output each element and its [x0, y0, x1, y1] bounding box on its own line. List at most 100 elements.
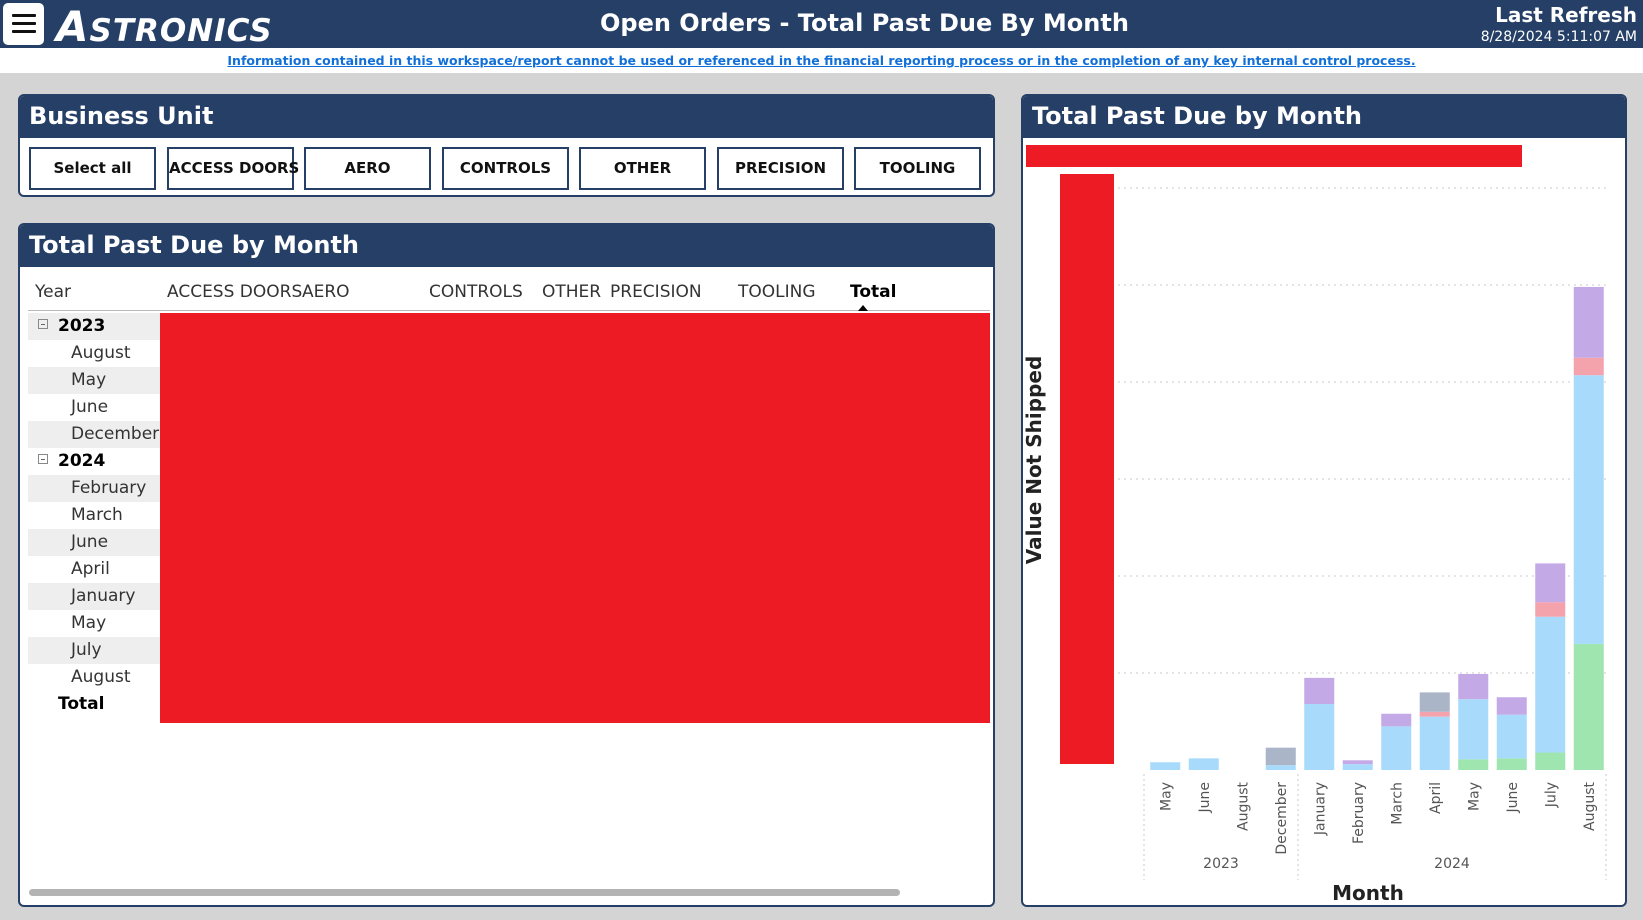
matrix-title: Total Past Due by Month: [20, 225, 993, 267]
disclaimer-link[interactable]: Information contained in this workspace/…: [227, 53, 1415, 68]
bar-segment: [1419, 711, 1450, 717]
bu-button-tooling[interactable]: TOOLING: [854, 147, 981, 190]
chart-title: Total Past Due by Month: [1023, 96, 1625, 138]
x-tick-label: April: [1428, 782, 1444, 814]
bar-segment: [1265, 765, 1296, 770]
bar-segment: [1188, 758, 1219, 770]
bar-segment: [1419, 692, 1450, 712]
row-label: July: [71, 640, 102, 660]
y-axis-title: Value Not Shipped: [1023, 356, 1046, 565]
row-label: August: [71, 667, 131, 687]
last-refresh-label: Last Refresh: [1495, 3, 1637, 27]
matrix-month-row: August: [28, 664, 168, 691]
bu-button-select-all[interactable]: Select all: [29, 147, 156, 190]
bu-button-controls[interactable]: CONTROLS: [442, 147, 569, 190]
bar-segment: [1265, 747, 1296, 766]
bar-segment: [1150, 762, 1181, 770]
bar-segment: [1573, 357, 1604, 376]
x-tick-label: June: [1505, 782, 1521, 814]
matrix-month-row: January: [28, 583, 168, 610]
page-title: Open Orders - Total Past Due By Month: [600, 9, 1129, 37]
row-label: June: [71, 532, 109, 552]
bu-button-aero[interactable]: AERO: [304, 147, 431, 190]
row-label: December: [71, 424, 160, 444]
column-header-total[interactable]: Total: [850, 282, 896, 302]
row-label: June: [71, 397, 109, 417]
horizontal-scrollbar[interactable]: [29, 889, 900, 896]
x-tick-label: February: [1351, 782, 1367, 844]
row-label: 2024: [58, 451, 106, 471]
column-header-other[interactable]: OTHER: [542, 282, 601, 302]
bar-segment: [1458, 699, 1489, 760]
bar-segment: [1496, 714, 1527, 759]
astronics-logo: ASTRONICS: [56, 2, 273, 51]
x-tick-label: January: [1312, 782, 1328, 836]
column-header-year[interactable]: Year: [35, 282, 71, 302]
last-refresh-timestamp: 8/28/2024 5:11:07 AM: [1480, 29, 1637, 45]
column-header-precision[interactable]: PRECISION: [610, 282, 702, 302]
bar-segment: [1381, 713, 1412, 727]
bu-button-access-doors[interactable]: ACCESS DOORS: [167, 147, 299, 190]
bar-segment: [1419, 716, 1450, 770]
bar-segment: [1573, 375, 1604, 644]
redacted-y-axis-values: [1060, 174, 1114, 764]
bar-segment: [1535, 616, 1566, 753]
bar-segment: [1573, 286, 1604, 358]
matrix-month-row: May: [28, 367, 168, 394]
bar-segment: [1535, 752, 1566, 770]
business-unit-title: Business Unit: [20, 96, 993, 138]
x-tick-label: August: [1235, 781, 1251, 831]
column-header-access-doors[interactable]: ACCESS DOORS: [167, 282, 302, 302]
matrix-total-row: Total: [28, 691, 168, 718]
row-label: Total: [58, 694, 105, 714]
matrix-month-row: February: [28, 475, 168, 502]
column-header-controls[interactable]: CONTROLS: [429, 282, 523, 302]
past-due-chart-panel: Total Past Due by Month May June August Dec…: [1021, 94, 1627, 907]
collapse-toggle-icon[interactable]: [38, 454, 48, 464]
x-tick-label: December: [1274, 782, 1290, 855]
matrix-month-row: May: [28, 610, 168, 637]
matrix-month-row: August: [28, 340, 168, 367]
matrix-month-row: June: [28, 529, 168, 556]
bar-segment: [1458, 759, 1489, 770]
row-label: January: [71, 586, 136, 606]
bar-segment: [1496, 758, 1527, 770]
matrix-month-row: July: [28, 637, 168, 664]
row-label: August: [71, 343, 131, 363]
x-group-label: 2023: [1203, 856, 1239, 872]
top-header-bar: ASTRONICS Open Orders - Total Past Due B…: [0, 0, 1643, 51]
matrix-year-row[interactable]: 2024: [28, 448, 168, 475]
x-tick-label: May: [1158, 782, 1174, 811]
row-label: 2023: [58, 316, 106, 336]
row-label: April: [71, 559, 110, 579]
bar-segment: [1342, 760, 1373, 765]
bu-button-other[interactable]: OTHER: [579, 147, 706, 190]
bu-button-precision[interactable]: PRECISION: [717, 147, 844, 190]
x-axis-title: Month: [1332, 881, 1404, 905]
stacked-bar-chart: May June August December January February Marc…: [1023, 145, 1608, 905]
matrix-month-row: June: [28, 394, 168, 421]
redacted-legend: [1026, 145, 1522, 167]
matrix-month-row: March: [28, 502, 168, 529]
matrix-year-row[interactable]: 2023: [28, 313, 168, 340]
x-tick-label: August: [1582, 781, 1598, 831]
bar-segment: [1342, 764, 1373, 770]
row-label: May: [71, 613, 107, 633]
x-tick-label: March: [1389, 782, 1405, 825]
collapse-toggle-icon[interactable]: [38, 319, 48, 329]
business-unit-slicer: Business Unit Select all ACCESS DOORS AE…: [18, 94, 995, 197]
x-group-label: 2024: [1434, 856, 1470, 872]
x-tick-label: July: [1543, 782, 1559, 808]
column-header-aero[interactable]: AERO: [302, 282, 350, 302]
hamburger-menu-icon[interactable]: [3, 3, 44, 45]
bar-segment: [1458, 673, 1489, 700]
bar-segment: [1496, 697, 1527, 715]
bar-segment: [1573, 643, 1604, 770]
bar-segment: [1304, 677, 1335, 705]
past-due-matrix-panel: Total Past Due by Month Year ACCESS DOOR…: [18, 223, 995, 907]
x-tick-label: June: [1197, 782, 1213, 814]
bar-segment: [1304, 704, 1335, 770]
row-label: February: [71, 478, 147, 498]
bar-segment: [1381, 726, 1412, 770]
column-header-tooling[interactable]: TOOLING: [738, 282, 816, 302]
